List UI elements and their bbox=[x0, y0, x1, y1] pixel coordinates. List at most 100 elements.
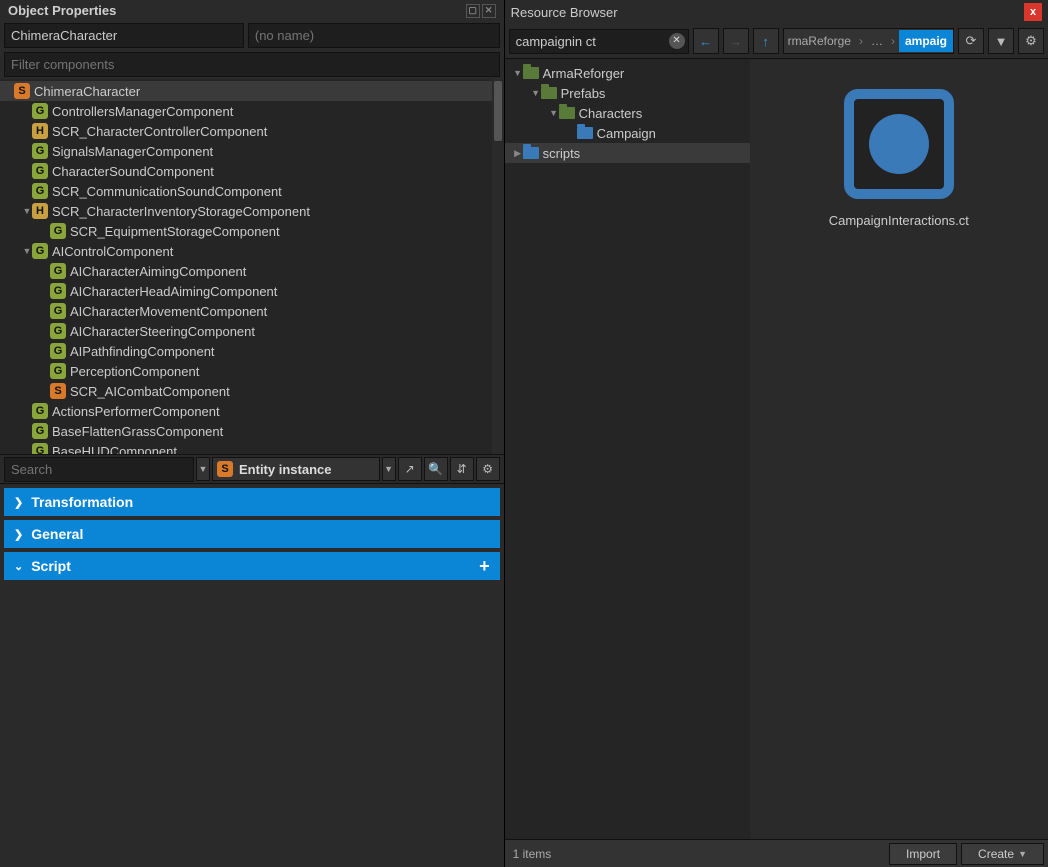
chevron-right-icon: ❯ bbox=[14, 528, 23, 541]
object-properties-title: Object Properties ▢ ✕ bbox=[0, 0, 504, 21]
import-button[interactable]: Import bbox=[889, 843, 957, 865]
tree-row[interactable]: GAIControlComponent bbox=[0, 241, 504, 261]
section-transformation[interactable]: ❯Transformation bbox=[4, 488, 500, 516]
nav-up-button[interactable]: ↑ bbox=[753, 28, 779, 54]
breadcrumb[interactable]: rmaReforge › … › ampaig bbox=[783, 28, 954, 54]
tree-row-label: ChimeraCharacter bbox=[34, 84, 140, 99]
entity-chip[interactable]: S Entity instance bbox=[212, 457, 380, 481]
tree-row-label: AIControlComponent bbox=[52, 244, 173, 259]
rb-file-view[interactable]: CampaignInteractions.ct bbox=[750, 59, 1048, 839]
nav-back-button[interactable]: ← bbox=[693, 28, 719, 54]
rb-search-input[interactable] bbox=[509, 29, 689, 54]
folder-label: Characters bbox=[579, 106, 643, 121]
filter-icon[interactable]: ▼ bbox=[988, 28, 1014, 54]
tree-row-label: SCR_AICombatComponent bbox=[70, 384, 230, 399]
component-badge-icon: G bbox=[50, 283, 66, 299]
tree-row-label: SignalsManagerComponent bbox=[52, 144, 213, 159]
tree-row[interactable]: G AICharacterHeadAimingComponent bbox=[0, 281, 504, 301]
tree-row-label: SCR_EquipmentStorageComponent bbox=[70, 224, 280, 239]
refresh-icon[interactable]: ⟳ bbox=[958, 28, 984, 54]
tree-row[interactable]: G BaseFlattenGrassComponent bbox=[0, 421, 504, 441]
tree-row[interactable]: SChimeraCharacter bbox=[0, 81, 504, 101]
tree-row[interactable]: HSCR_CharacterControllerComponent bbox=[0, 121, 504, 141]
filter-components-input[interactable] bbox=[4, 52, 500, 77]
folder-row[interactable]: scripts bbox=[505, 143, 750, 163]
tree-row[interactable]: SSCR_AICombatComponent bbox=[0, 381, 504, 401]
panel-close-icon[interactable]: ✕ bbox=[482, 4, 496, 18]
search-icon[interactable]: 🔍 bbox=[424, 457, 448, 481]
component-badge-icon: G bbox=[32, 423, 48, 439]
folder-open-icon bbox=[559, 107, 575, 119]
tree-row[interactable]: GCharacterSoundComponent bbox=[0, 161, 504, 181]
folder-row[interactable]: Prefabs bbox=[505, 83, 750, 103]
tree-arrow-icon[interactable] bbox=[22, 246, 32, 256]
close-button[interactable]: x bbox=[1024, 3, 1042, 21]
tree-row-label: BaseFlattenGrassComponent bbox=[52, 424, 223, 439]
component-tree[interactable]: SChimeraCharacterGControllersManagerComp… bbox=[0, 79, 504, 454]
folder-icon bbox=[577, 127, 593, 139]
folder-arrow-icon[interactable] bbox=[513, 68, 523, 78]
tree-row[interactable]: G AIPathfindingComponent bbox=[0, 341, 504, 361]
entity-name-input[interactable] bbox=[4, 23, 244, 48]
tree-row-label: ControllersManagerComponent bbox=[52, 104, 233, 119]
tree-row[interactable]: G SignalsManagerComponent bbox=[0, 141, 504, 161]
file-name-label: CampaignInteractions.ct bbox=[829, 213, 969, 228]
item-count-label: 1 items bbox=[509, 847, 552, 861]
component-badge-icon: G bbox=[50, 323, 66, 339]
search-dropdown-icon[interactable]: ▼ bbox=[196, 457, 210, 481]
tree-row[interactable]: GPerceptionComponent bbox=[0, 361, 504, 381]
file-thumbnail-icon[interactable] bbox=[844, 89, 954, 199]
component-badge-icon: G bbox=[32, 443, 48, 454]
entity-dropdown-icon[interactable]: ▼ bbox=[382, 457, 396, 481]
open-external-icon[interactable]: ↗ bbox=[398, 457, 422, 481]
tree-row[interactable]: GBaseHUDComponent bbox=[0, 441, 504, 454]
search-input[interactable] bbox=[4, 457, 194, 482]
section-script[interactable]: ⌄Script + bbox=[4, 552, 500, 580]
panel-detach-icon[interactable]: ▢ bbox=[466, 4, 480, 18]
folder-arrow-icon[interactable] bbox=[549, 108, 559, 118]
tree-row[interactable]: H SCR_CharacterInventoryStorageComponent bbox=[0, 201, 504, 221]
tree-arrow-icon[interactable] bbox=[22, 206, 32, 216]
folder-arrow-icon[interactable] bbox=[531, 88, 541, 98]
tree-row-label: SCR_CharacterInventoryStorageComponent bbox=[52, 204, 310, 219]
folder-row[interactable]: Characters bbox=[505, 103, 750, 123]
tree-row[interactable]: GSCR_CommunicationSoundComponent bbox=[0, 181, 504, 201]
entity-displayname-input[interactable] bbox=[248, 23, 500, 48]
hierarchy-icon[interactable]: ⇵ bbox=[450, 457, 474, 481]
clear-search-icon[interactable]: ✕ bbox=[669, 33, 685, 49]
tree-row-label: AICharacterHeadAimingComponent bbox=[70, 284, 277, 299]
gear-icon[interactable]: ⚙ bbox=[1018, 28, 1044, 54]
section-general[interactable]: ❯General bbox=[4, 520, 500, 548]
resource-browser-title: Resource Browser bbox=[511, 5, 618, 20]
folder-row[interactable]: ArmaReforger bbox=[505, 63, 750, 83]
panel-title-text: Object Properties bbox=[8, 3, 116, 18]
folder-row[interactable]: Campaign bbox=[505, 123, 750, 143]
tree-row[interactable]: GActionsPerformerComponent bbox=[0, 401, 504, 421]
component-badge-icon: G bbox=[32, 143, 48, 159]
breadcrumb-ellipsis[interactable]: … bbox=[867, 34, 887, 48]
tree-row[interactable]: GAICharacterSteeringComponent bbox=[0, 321, 504, 341]
tree-scrollbar[interactable] bbox=[492, 79, 504, 454]
rb-folder-tree[interactable]: ArmaReforger Prefabs Characters Campaignscr… bbox=[505, 59, 750, 839]
folder-arrow-icon[interactable] bbox=[513, 148, 523, 159]
folder-open-icon bbox=[541, 87, 557, 99]
nav-forward-button[interactable]: → bbox=[723, 28, 749, 54]
component-badge-icon: H bbox=[32, 203, 48, 219]
component-badge-icon: G bbox=[50, 343, 66, 359]
folder-icon bbox=[523, 147, 539, 159]
tree-row[interactable]: GAICharacterMovementComponent bbox=[0, 301, 504, 321]
tree-row[interactable]: GSCR_EquipmentStorageComponent bbox=[0, 221, 504, 241]
gear-icon[interactable]: ⚙ bbox=[476, 457, 500, 481]
tree-row-label: AIPathfindingComponent bbox=[70, 344, 215, 359]
breadcrumb-part[interactable]: rmaReforge bbox=[784, 34, 855, 48]
tree-row[interactable]: GAICharacterAimingComponent bbox=[0, 261, 504, 281]
component-badge-icon: H bbox=[32, 123, 48, 139]
component-badge-icon: G bbox=[50, 363, 66, 379]
create-button[interactable]: Create▼ bbox=[961, 843, 1044, 865]
add-icon[interactable]: + bbox=[479, 556, 490, 577]
tree-row[interactable]: GControllersManagerComponent bbox=[0, 101, 504, 121]
chevron-down-icon: ⌄ bbox=[14, 560, 23, 573]
folder-label: ArmaReforger bbox=[543, 66, 625, 81]
breadcrumb-active[interactable]: ampaig bbox=[899, 30, 953, 52]
tree-row-label: AICharacterMovementComponent bbox=[70, 304, 267, 319]
